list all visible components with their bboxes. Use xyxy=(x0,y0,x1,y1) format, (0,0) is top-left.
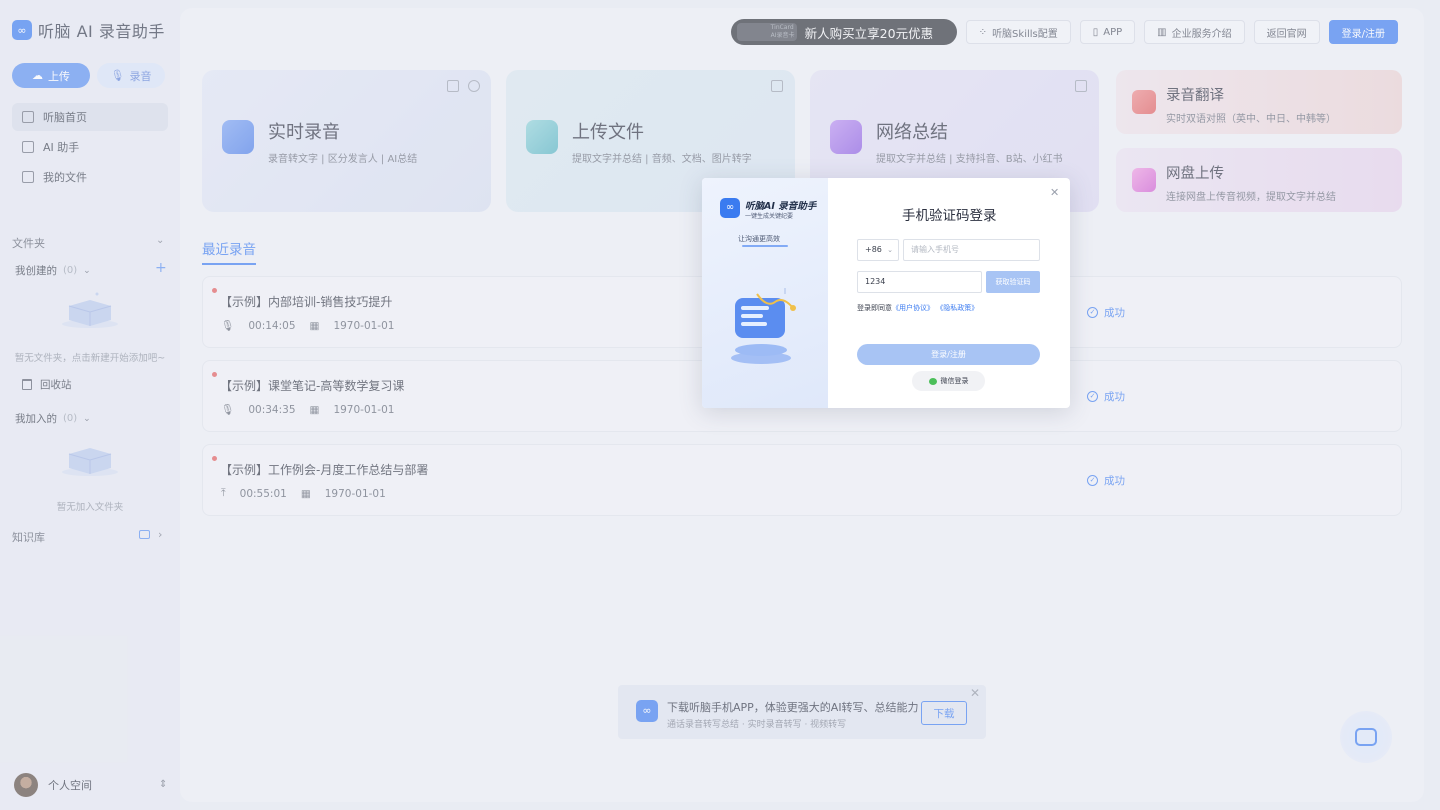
get-code-button[interactable]: 获取验证码 xyxy=(986,271,1040,293)
wechat-login-button[interactable]: 微信登录 xyxy=(912,371,985,391)
modal-tagline: 让沟通更高效 xyxy=(738,235,780,243)
country-code-value: +86 xyxy=(865,245,882,254)
phone-input[interactable]: 请输入手机号 xyxy=(903,239,1040,261)
close-icon[interactable]: ✕ xyxy=(1050,186,1059,199)
tagline-underline xyxy=(742,245,788,247)
chevron-down-icon: ⌄ xyxy=(887,246,893,254)
user-agreement-link[interactable]: 《用户协议》 xyxy=(892,304,934,312)
agreement-prefix: 登录即同意 xyxy=(857,304,892,312)
wechat-login-label: 微信登录 xyxy=(940,377,969,385)
privacy-policy-link[interactable]: 《隐私政策》 xyxy=(936,304,978,312)
modal-title: 手机验证码登录 xyxy=(902,208,997,224)
agreement-text: 登录即同意《用户协议》 《隐私政策》 xyxy=(857,303,978,313)
modal-brand-subtitle: 一键生成关键纪要 xyxy=(745,213,794,220)
verification-code-input[interactable]: 1234 xyxy=(857,271,982,293)
app-logo-icon: ∞ xyxy=(720,198,740,218)
wechat-icon xyxy=(928,377,937,385)
login-submit-button[interactable]: 登录/注册 xyxy=(857,344,1040,365)
country-code-select[interactable]: +86 ⌄ xyxy=(857,239,899,261)
modal-brand: 听脑AI 录音助手 xyxy=(745,201,817,212)
recording-device-illustration xyxy=(731,288,796,364)
modal-promo-panel: ∞ 听脑AI 录音助手 一键生成关键纪要 让沟通更高效 xyxy=(702,178,828,408)
login-modal: ∞ 听脑AI 录音助手 一键生成关键纪要 让沟通更高效 手机验证码登录 ✕ +8… xyxy=(702,178,1070,408)
